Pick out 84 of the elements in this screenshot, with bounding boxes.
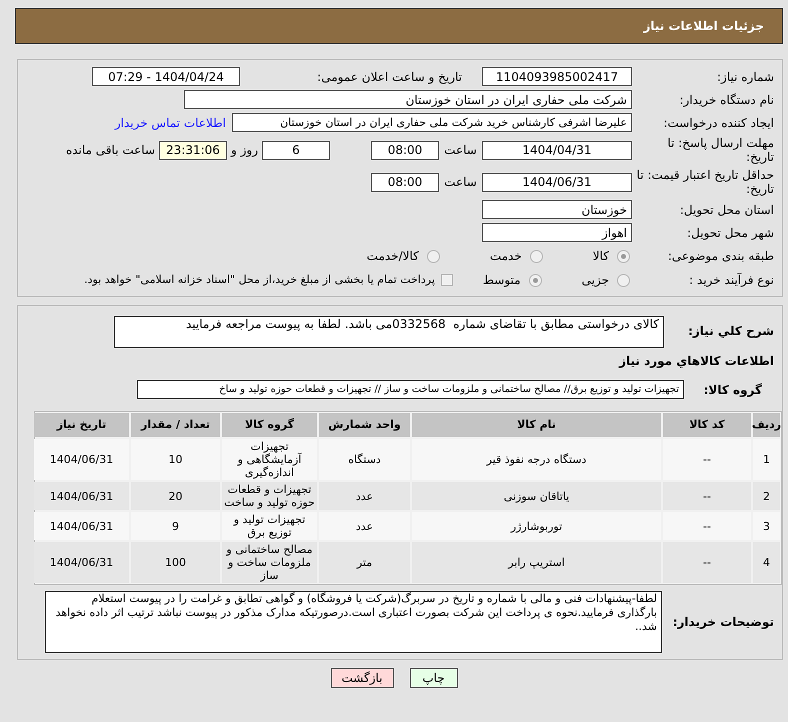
description-field[interactable]: کالای درخواستی مطابق با تقاضای شماره 0332568می باشد. لطفا به پیوست مراجعه فرمایید — [114, 316, 664, 348]
text-field[interactable]: 1104093985002417 — [482, 67, 632, 86]
time-label: ساعت — [443, 142, 478, 159]
table-cell: 1404/06/31 — [34, 542, 129, 583]
table-cell: توربوشارژر — [412, 512, 661, 540]
field-label: شرح کلي نياز: — [687, 323, 774, 340]
text-field[interactable]: 1404/04/24 - 07:29 — [92, 67, 240, 86]
radio-label: خدمت — [490, 248, 522, 265]
field-label: مهلت ارسال پاسخ: تا تاریخ: — [666, 136, 774, 164]
buyer-notes-field[interactable]: لطفا-پیشنهادات فنی و مالی با شماره و تاریخ در سربرگ(شرکت یا فروشگاه) و گواهی تطابق و غرامت را در پیوست استعلام بارگذاری فرمایید.نحوه ی پرداخت این شرکت بصورت اعتباری است.درصورتیکه مدارک مذکور در پیوست نباشد ترتیب اثر داده نخواهد شد.. — [45, 591, 662, 653]
table-cell: استریپ رابر — [412, 542, 661, 583]
field-label: شماره نیاز: — [716, 70, 774, 84]
column-header: نام کالا — [412, 413, 661, 437]
table-cell: 3 — [753, 512, 780, 540]
table-cell: -- — [663, 439, 751, 480]
radio-button[interactable] — [617, 250, 630, 262]
text-field[interactable]: 6 — [262, 140, 330, 160]
table-cell: -- — [663, 512, 751, 540]
table-cell: عدد — [319, 482, 410, 510]
radio-label: کالا — [592, 248, 609, 265]
text-field[interactable]: 08:00 — [371, 172, 439, 192]
remaining-label: ساعت باقی مانده — [66, 142, 155, 159]
column-header: گروه کالا — [222, 413, 317, 437]
table-cell: 9 — [131, 512, 220, 540]
table-cell: تجهیزات تولید و توزیع برق — [222, 512, 317, 540]
field-label: طبقه بندی موضوعی: — [666, 249, 774, 263]
back-button[interactable]: بازگشت — [330, 668, 394, 688]
table-cell: 4 — [753, 542, 780, 583]
buyer-contact-link[interactable]: اطلاعات تماس خریدار — [114, 114, 226, 132]
table-cell: مصالح ساختمانی و ملزومات ساخت و ساز — [222, 542, 317, 583]
table-cell: -- — [663, 542, 751, 583]
column-header: تعداد / مقدار — [131, 413, 220, 437]
column-header: کد کالا — [663, 413, 751, 437]
text-field[interactable]: علیرضا اشرفی کارشناس خرید شرکت ملی حفاری ایران در استان خوزستان — [232, 113, 632, 132]
print-button[interactable]: چاپ — [410, 668, 458, 688]
text-field[interactable]: خوزستان — [482, 200, 632, 219]
table-cell: -- — [663, 482, 751, 510]
goods-group-field[interactable]: تجهیزات تولید و توزیع برق// مصالح ساختمانی و ملزومات ساخت و ساز // تجهیزات و قطعات حوزه تولید و ساخ — [137, 380, 684, 399]
table-cell: 1404/06/31 — [34, 512, 129, 540]
table-cell: 1404/06/31 — [34, 439, 129, 480]
checkbox-label: پرداخت تمام یا بخشی از مبلغ خرید،از محل "اسناد خزانه اسلامی" خواهد بود. — [84, 272, 435, 288]
page-title: جزئیات اطلاعات نیاز — [643, 18, 764, 35]
radio-label: جزیی — [582, 272, 609, 289]
field-label: گروه کالا: — [702, 382, 763, 398]
table-cell: 10 — [131, 439, 220, 480]
field-label: تاریخ و ساعت اعلان عمومی: — [316, 70, 462, 84]
table-cell: دستگاه — [319, 439, 410, 480]
text-field[interactable]: اهواز — [482, 223, 632, 242]
table-cell: دستگاه درجه نفوذ قیر — [412, 439, 661, 480]
text-field[interactable]: 1404/04/31 — [482, 140, 632, 160]
section-heading: اطلاعات کالاهاي مورد نياز — [618, 353, 774, 370]
text-field[interactable]: 08:00 — [371, 140, 439, 160]
table-cell: 100 — [131, 542, 220, 583]
radio-button[interactable] — [426, 250, 440, 262]
text-field[interactable]: 1404/06/31 — [482, 172, 632, 192]
field-label: شهر محل تحویل: — [686, 226, 774, 240]
radio-button[interactable] — [530, 250, 543, 262]
radio-button[interactable] — [528, 274, 542, 286]
days-label: روز و — [230, 142, 259, 159]
table-cell: 20 — [131, 482, 220, 510]
remaining-time-field[interactable]: 23:31:06 — [159, 140, 227, 160]
column-header: واحد شمارش — [319, 413, 410, 437]
table-cell: 2 — [753, 482, 780, 510]
table-cell: تجهیزات و قطعات حوزه تولید و ساخت — [222, 482, 317, 510]
table-cell: 1 — [753, 439, 780, 480]
time-label: ساعت — [443, 174, 478, 191]
column-header: ردیف — [753, 413, 780, 437]
radio-label: کالا/خدمت — [366, 248, 419, 265]
column-header: تاریخ نیاز — [34, 413, 129, 437]
checkbox[interactable] — [440, 274, 453, 286]
field-label: نوع فرآیند خرید : — [688, 273, 774, 287]
field-label: حداقل تاریخ اعتبار قیمت: تا تاریخ: — [636, 168, 774, 196]
field-label: استان محل تحویل: — [678, 202, 774, 216]
table-cell: یاتاقان سوزنی — [412, 482, 661, 510]
radio-label: متوسط — [482, 272, 521, 289]
field-label: ایجاد کننده درخواست: — [662, 116, 774, 130]
table-cell: 1404/06/31 — [34, 482, 129, 510]
table-cell: تجهیزات آزمایشگاهی و اندازه‌گیری — [222, 439, 317, 480]
radio-button[interactable] — [617, 274, 630, 286]
table-cell: عدد — [319, 512, 410, 540]
field-label: نام دستگاه خریدار: — [678, 92, 774, 106]
table-cell: متر — [319, 542, 410, 583]
field-label: توضیحات خریدار: — [672, 614, 774, 631]
text-field[interactable]: شرکت ملی حفاری ایران در استان خوزستان — [184, 90, 632, 109]
